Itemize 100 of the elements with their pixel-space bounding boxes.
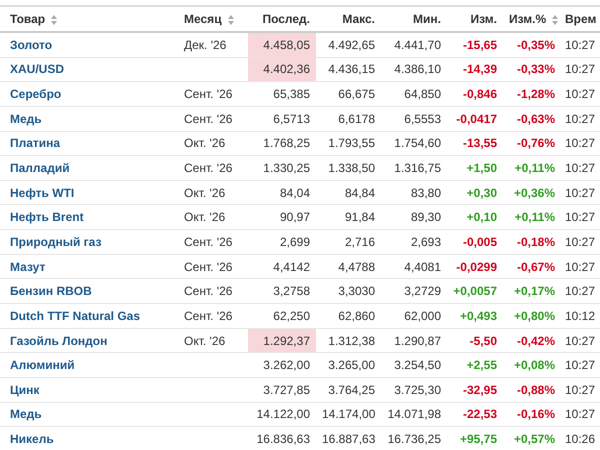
commodity-link[interactable]: Газойль Лондон	[10, 334, 108, 348]
low-price: 16.736,25	[388, 432, 441, 446]
last-price-cell: 1.768,25	[248, 131, 316, 156]
change-percent: -0,35%	[516, 38, 555, 52]
update-time: 10:27	[565, 382, 596, 397]
high-price: 4.492,65	[328, 38, 375, 52]
change-value: -14,39	[462, 62, 497, 76]
change-value: +2,55	[466, 358, 497, 372]
sort-icon[interactable]	[51, 14, 58, 25]
commodity-link[interactable]: Нефть WTI	[10, 186, 74, 200]
change-value: -13,55	[462, 136, 497, 150]
commodity-link[interactable]: Мазут	[10, 260, 46, 274]
high-price: 16.887,63	[322, 432, 376, 446]
sort-icon[interactable]	[552, 14, 558, 25]
change-percent: -0,33%	[516, 62, 555, 76]
low-price: 1.316,75	[394, 161, 441, 176]
low-price: 4,4081	[404, 260, 441, 274]
last-price-cell: 90,97	[248, 204, 316, 230]
last-price-cell: 4,4142	[248, 254, 316, 279]
update-time: 10:27	[565, 161, 596, 176]
column-header[interactable]: Послед.	[262, 12, 310, 26]
low-price: 3.725,30	[394, 382, 441, 397]
update-time: 10:27	[565, 284, 596, 298]
commodity-link[interactable]: Dutch TTF Natural Gas	[10, 308, 140, 323]
commodity-link[interactable]: Медь	[10, 112, 42, 126]
high-price: 6,6178	[338, 112, 375, 126]
low-price: 6,5553	[404, 112, 441, 126]
high-price: 62,860	[338, 308, 375, 323]
change-percent: +0,80%	[514, 308, 555, 323]
high-price: 2,716	[344, 234, 375, 249]
change-percent: -0,88%	[516, 382, 555, 397]
update-time: 10:27	[565, 210, 596, 224]
change-value: -0,005	[462, 234, 497, 249]
last-price-cell: 4.402,36	[248, 57, 316, 82]
high-price: 4,4788	[338, 260, 375, 274]
high-price: 84,84	[344, 186, 375, 200]
change-percent: -0,76%	[516, 136, 555, 150]
column-header[interactable]: Макс.	[342, 12, 375, 26]
column-header[interactable]: Врем	[565, 12, 596, 26]
update-time: 10:27	[565, 358, 596, 372]
contract-month: Сент. '26	[184, 87, 232, 102]
contract-month: Сент. '26	[184, 284, 232, 298]
last-price-cell: 4.458,05	[248, 32, 316, 58]
column-header[interactable]: Мин.	[413, 12, 441, 26]
commodity-link[interactable]: XAU/USD	[10, 62, 64, 76]
contract-month: Окт. '26	[184, 210, 226, 224]
commodity-link[interactable]: Алюминий	[10, 358, 75, 372]
low-price: 4.386,10	[394, 62, 441, 76]
commodity-link[interactable]: Золото	[10, 38, 52, 52]
contract-month: Сент. '26	[184, 308, 232, 323]
high-price: 66,675	[338, 87, 375, 102]
low-price: 64,850	[404, 87, 441, 102]
column-header[interactable]: Изм.%	[509, 12, 546, 26]
contract-month: Сент. '26	[184, 112, 232, 126]
commodity-link[interactable]: Бензин RBOB	[10, 284, 92, 298]
last-price-cell: 14.122,00	[248, 402, 316, 427]
high-price: 4.436,15	[328, 62, 375, 76]
update-time: 10:12	[565, 308, 596, 323]
commodity-link[interactable]: Медь	[10, 407, 42, 422]
contract-month: Сент. '26	[184, 260, 232, 274]
last-price-cell: 6,5713	[248, 106, 316, 132]
update-time: 10:27	[565, 136, 596, 150]
change-value: -0,0299	[456, 260, 497, 274]
low-price: 62,000	[404, 308, 441, 323]
high-price: 3,3030	[338, 284, 375, 298]
high-price: 3.764,25	[328, 382, 375, 397]
change-value: +0,0057	[453, 284, 497, 298]
change-percent: -0,67%	[516, 260, 555, 274]
last-price-cell: 65,385	[248, 82, 316, 106]
contract-month: Окт. '26	[184, 334, 226, 348]
last-price-cell: 3.727,85	[248, 377, 316, 402]
commodity-link[interactable]: Платина	[10, 136, 60, 150]
commodity-link[interactable]: Серебро	[10, 87, 62, 102]
change-percent: +0,36%	[514, 186, 555, 200]
high-price: 91,84	[344, 210, 375, 224]
last-price-cell: 3,2758	[248, 278, 316, 304]
low-price: 3.254,50	[394, 358, 441, 372]
change-percent: -0,63%	[516, 112, 555, 126]
change-percent: -0,18%	[516, 234, 555, 249]
column-header[interactable]: Изм.	[470, 12, 497, 26]
change-value: +1,50	[466, 161, 497, 176]
update-time: 10:27	[565, 186, 596, 200]
last-price-cell: 2,699	[248, 230, 316, 254]
high-price: 14.174,00	[322, 407, 376, 422]
update-time: 10:27	[565, 407, 596, 422]
column-header[interactable]: Месяц	[184, 12, 222, 26]
column-header[interactable]: Товар	[10, 12, 46, 26]
commodity-link[interactable]: Никель	[10, 432, 54, 446]
change-value: +0,30	[466, 186, 497, 200]
last-price-cell: 1.330,25	[248, 156, 316, 180]
change-percent: -1,28%	[516, 87, 555, 102]
sort-icon[interactable]	[228, 14, 234, 25]
commodity-link[interactable]: Палладий	[10, 161, 70, 176]
contract-month: Сент. '26	[184, 161, 232, 176]
commodity-link[interactable]: Природный газ	[10, 234, 102, 249]
change-percent: +0,17%	[514, 284, 555, 298]
low-price: 4.441,70	[394, 38, 441, 52]
last-price-cell: 3.262,00	[248, 352, 316, 378]
commodity-link[interactable]: Цинк	[10, 382, 40, 397]
commodity-link[interactable]: Нефть Brent	[10, 210, 84, 224]
